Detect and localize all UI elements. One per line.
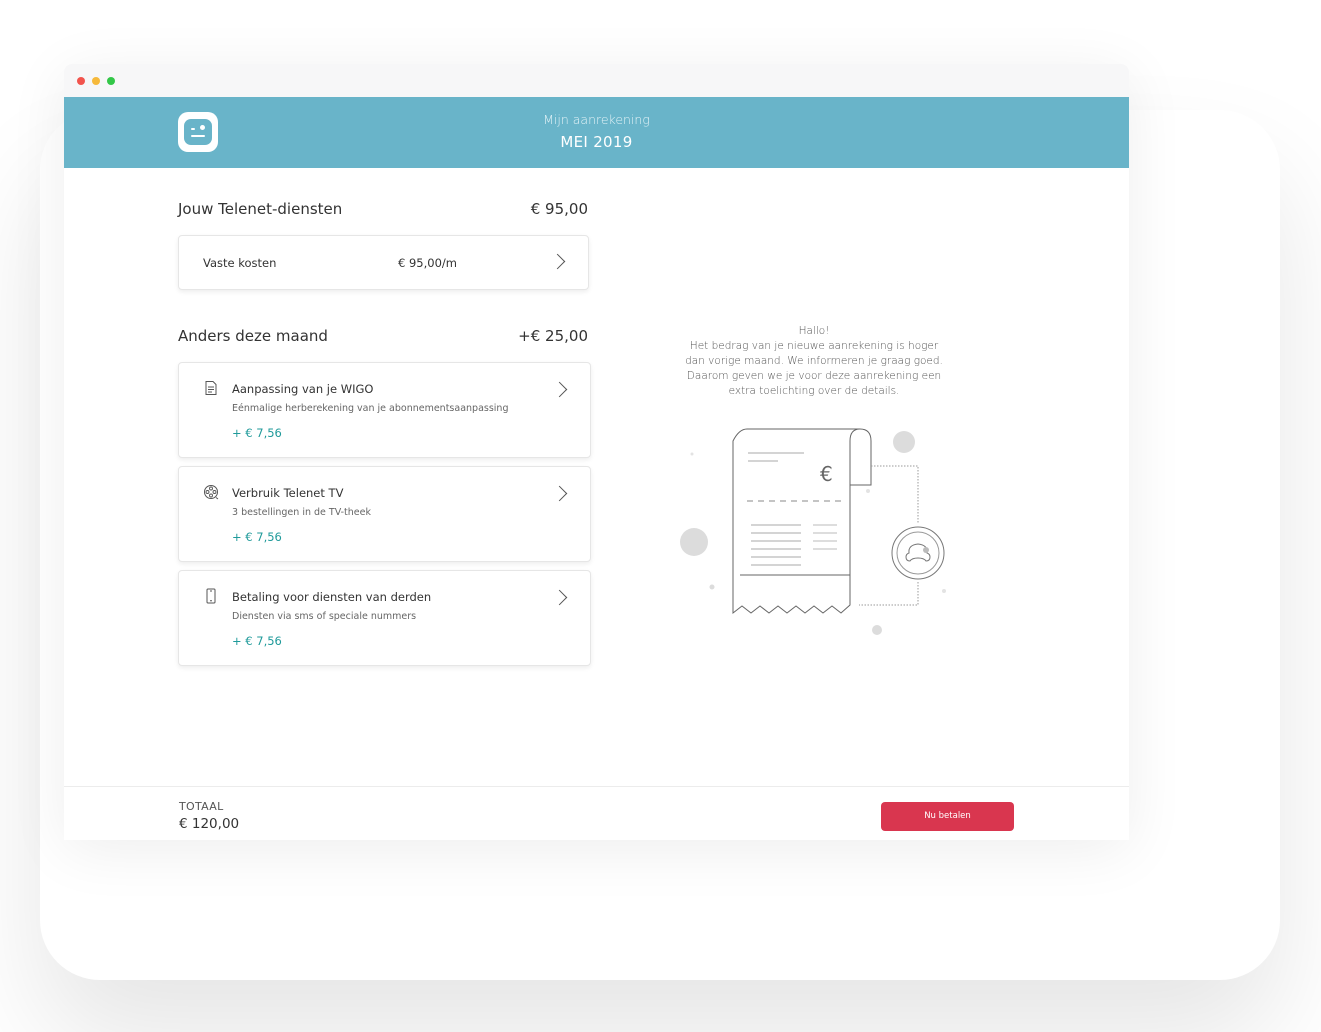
mobile-phone-icon (206, 588, 216, 604)
change-item-description: Eénmalige herberekening van je abonnemen… (232, 403, 509, 414)
message-line: dan vorige maand. We informeren je graag… (685, 355, 943, 367)
billing-period-title: MEI 2019 (560, 133, 633, 151)
change-item-wigo[interactable]: Aanpassing van je WIGO Eénmalige herbere… (178, 362, 591, 458)
services-amount: € 95,00 (530, 200, 588, 218)
header-subtitle: Mijn aanrekening (543, 112, 650, 127)
chevron-right-icon[interactable] (549, 253, 566, 270)
changes-amount: +€ 25,00 (518, 327, 588, 345)
change-item-amount: + € 7,56 (232, 426, 282, 440)
fixed-costs-price: € 95,00/m (398, 256, 457, 270)
euro-symbol: € (820, 462, 833, 486)
change-item-title: Aanpassing van je WIGO (232, 382, 374, 396)
maximize-window-button[interactable] (107, 77, 115, 85)
change-item-amount: + € 7,56 (232, 634, 282, 648)
chevron-right-icon[interactable] (551, 485, 568, 502)
page-header: Mijn aanrekening MEI 2019 (64, 97, 1129, 168)
fixed-costs-label: Vaste kosten (203, 256, 277, 270)
footer-divider (64, 786, 1129, 787)
info-message: Hallo! Het bedrag van je nieuwe aanreken… (674, 324, 954, 399)
browser-window: Mijn aanrekening MEI 2019 Jouw Telenet-d… (64, 64, 1129, 840)
minimize-window-button[interactable] (92, 77, 100, 85)
change-item-title: Betaling voor diensten van derden (232, 590, 432, 604)
change-item-description: 3 bestellingen in de TV-theek (232, 507, 371, 518)
chevron-right-icon[interactable] (551, 381, 568, 398)
invoice-illustration: € (680, 428, 946, 635)
message-line: Het bedrag van je nieuwe aanrekening is … (689, 340, 939, 352)
fixed-costs-card[interactable]: Vaste kosten € 95,00/m (178, 235, 589, 290)
change-item-telenet-tv[interactable]: Verbruik Telenet TV 3 bestellingen in de… (178, 466, 591, 562)
services-title: Jouw Telenet-diensten (178, 200, 343, 218)
change-item-amount: + € 7,56 (232, 530, 282, 544)
change-item-third-party[interactable]: Betaling voor diensten van derden Dienst… (178, 570, 591, 666)
greeting-text: Hallo! (798, 325, 830, 337)
pay-now-button[interactable]: Nu betalen (881, 802, 1014, 831)
total-amount: € 120,00 (179, 816, 240, 832)
total-label: TOTAAL (179, 800, 224, 813)
changes-title: Anders deze maand (178, 327, 328, 345)
document-icon (205, 381, 217, 395)
message-line: extra toelichting over de details. (728, 385, 900, 397)
window-titlebar (64, 64, 1129, 97)
close-window-button[interactable] (77, 77, 85, 85)
change-item-description: Diensten via sms of speciale nummers (232, 611, 417, 622)
film-reel-icon (204, 485, 219, 500)
message-line: Daarom geven we je voor deze aanrekening… (686, 370, 942, 382)
change-item-title: Verbruik Telenet TV (232, 486, 344, 500)
chevron-right-icon[interactable] (551, 589, 568, 606)
